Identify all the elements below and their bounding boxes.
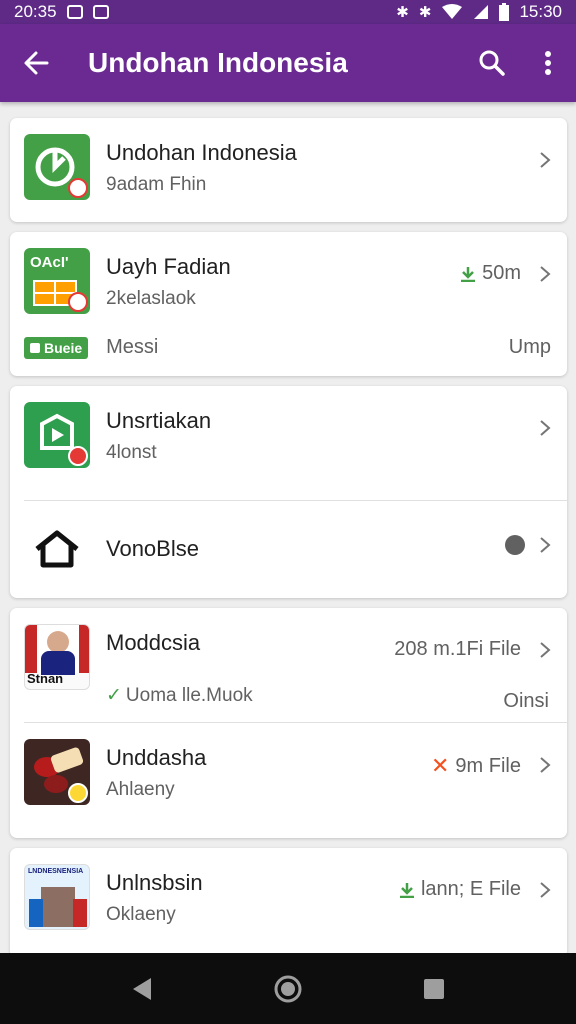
- play-app-icon: [24, 402, 90, 468]
- check-icon: ✓: [106, 685, 122, 706]
- chevron-right-icon: [540, 882, 551, 898]
- more-vert-icon: [545, 51, 551, 75]
- info-icon: [505, 535, 525, 555]
- list-item[interactable]: Stnan Moddcsia ✓ Uoma lle.Muok 208 m.1Fi…: [10, 608, 567, 722]
- item-subtitle: ✓ Uoma lle.Muok: [106, 684, 553, 707]
- home-icon: [24, 521, 90, 577]
- page-title: Undohan Indonesia: [88, 47, 348, 78]
- badge-icon: [68, 292, 88, 312]
- item-meta-text: 50m: [482, 262, 521, 284]
- item-meta: 208 m.1Fi File: [394, 638, 521, 661]
- list-card: Undohan Indonesia 9adam Fhin: [10, 118, 567, 222]
- news-thumbnail: Stnan: [24, 624, 90, 690]
- item-sub-right: Oinsi: [503, 690, 549, 712]
- list-item[interactable]: OAcI' Uayh Fadian 2kelaslaok 50m: [10, 232, 567, 314]
- item-subtitle: Ahlaeny: [106, 779, 175, 800]
- item-meta-text: lann; E File: [420, 878, 521, 900]
- nav-recents-button[interactable]: [422, 977, 446, 1001]
- list-item[interactable]: VonoBlse: [10, 501, 567, 577]
- thumb-label: Stnan: [27, 671, 64, 686]
- download-icon: [461, 266, 476, 282]
- chevron-right-icon: [540, 757, 551, 773]
- phone-app-icon: [24, 134, 90, 200]
- notification-icon: [66, 5, 83, 19]
- chevron-right-icon: [540, 537, 551, 553]
- item-meta-text: 208 m.1Fi File: [394, 638, 521, 660]
- food-thumbnail: [24, 739, 90, 805]
- app-bar: Undohan Indonesia: [0, 24, 576, 102]
- list-card: LNDNESNENSIA Unlnsbsin Oklaeny lann; E F…: [10, 848, 567, 958]
- signal-icon: [474, 5, 489, 19]
- item-meta: ✕ 9m File: [431, 753, 521, 779]
- item-subtitle: 2kelaslaok: [106, 288, 196, 309]
- status-bar: 20:35 ✱ ✱ 15:30: [0, 0, 576, 24]
- tag-label: Bueie: [44, 339, 83, 356]
- overflow-menu-button[interactable]: [520, 24, 576, 102]
- item-subtitle: 4lonst: [106, 442, 157, 463]
- status-time-left: 20:35: [14, 2, 57, 21]
- chevron-right-icon: [540, 420, 551, 436]
- list-card: Unsrtiakan 4lonst VonoBlse: [10, 386, 567, 598]
- item-subtitle: Oklaeny: [106, 904, 176, 925]
- status-time-right: 15:30: [519, 2, 562, 21]
- content-list: Undohan Indonesia 9adam Fhin OAcI' Uayh …: [10, 118, 567, 968]
- close-x-icon: ✕: [430, 753, 450, 778]
- bluetooth-icon: ✱: [418, 3, 432, 21]
- search-icon: [479, 50, 505, 76]
- thumb-label: LNDNESNENSIA: [28, 868, 84, 875]
- item-meta-text: 9m File: [455, 754, 521, 777]
- list-card: OAcI' Uayh Fadian 2kelaslaok 50m Bueie M…: [10, 232, 567, 376]
- item-meta: lann; E File: [399, 878, 521, 901]
- list-card: Stnan Moddcsia ✓ Uoma lle.Muok 208 m.1Fi…: [10, 608, 567, 838]
- item-subtitle: 9adam Fhin: [106, 174, 207, 195]
- arrow-back-icon: [24, 51, 49, 75]
- notification-icon: [92, 5, 109, 19]
- download-icon: [399, 882, 414, 898]
- chevron-right-icon: [540, 152, 551, 168]
- item-title: Unsrtiakan: [106, 408, 212, 433]
- tag-badge: Bueie: [24, 336, 89, 359]
- list-item[interactable]: Unddasha Ahlaeny ✕ 9m File: [10, 723, 567, 805]
- item-title: Undohan Indonesia: [106, 140, 297, 165]
- chevron-right-icon: [540, 266, 551, 282]
- item-meta: 50m: [460, 262, 521, 285]
- thumb-label: OAcI': [30, 254, 69, 271]
- list-item[interactable]: LNDNESNENSIA Unlnsbsin Oklaeny lann; E F…: [10, 848, 567, 930]
- list-item[interactable]: Undohan Indonesia 9adam Fhin: [10, 118, 567, 200]
- nav-back-button[interactable]: [130, 976, 154, 1002]
- building-thumbnail: LNDNESNENSIA: [24, 864, 90, 930]
- badge-icon: [68, 446, 88, 466]
- search-button[interactable]: [464, 24, 520, 102]
- calendar-app-icon: OAcI': [24, 248, 90, 314]
- badge-icon: [68, 783, 88, 803]
- footer-left-text: Messi: [106, 336, 159, 358]
- footer-right-text: Ump: [508, 336, 551, 358]
- nav-home-button[interactable]: [273, 974, 303, 1004]
- system-nav-bar: [0, 953, 576, 1024]
- back-button[interactable]: [0, 24, 72, 102]
- badge-icon: [68, 178, 88, 198]
- list-item[interactable]: Unsrtiakan 4lonst: [10, 386, 567, 500]
- item-title: VonoBlse: [106, 536, 199, 561]
- tag-icon: [30, 342, 40, 353]
- chevron-right-icon: [540, 642, 551, 658]
- wifi-icon: [442, 4, 463, 19]
- card-footer: Bueie Messi Ump: [10, 314, 567, 359]
- battery-icon: [499, 3, 510, 21]
- bluetooth-icon: ✱: [396, 3, 409, 21]
- item-subtitle-text: Uoma lle.Muok: [125, 684, 253, 706]
